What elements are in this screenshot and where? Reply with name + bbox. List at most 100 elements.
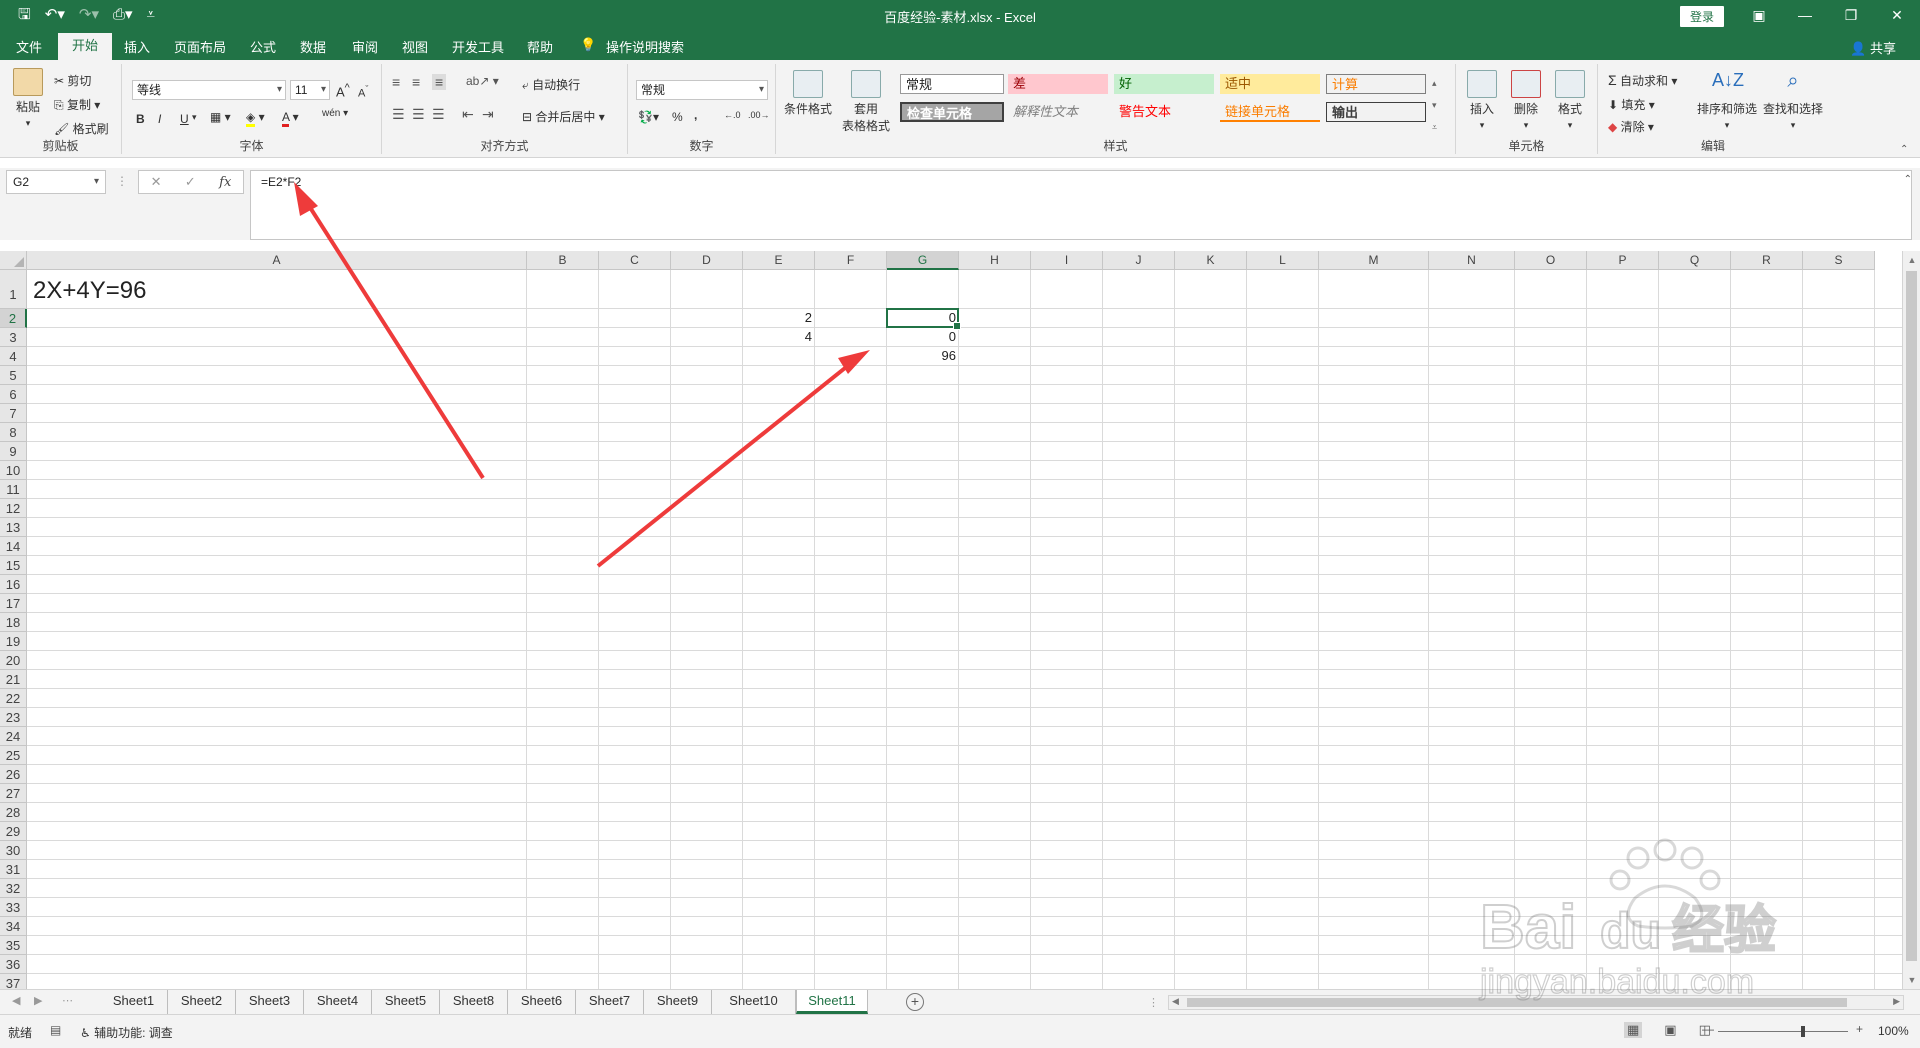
column-header-k[interactable]: K (1175, 251, 1247, 270)
font-color-button[interactable]: A ▾ (282, 110, 299, 127)
row-header-7[interactable]: 7 (0, 404, 27, 423)
style-linked-cell[interactable]: 链接单元格 (1220, 102, 1320, 122)
font-name-select[interactable]: 等线 (132, 80, 286, 100)
row-header-24[interactable]: 24 (0, 727, 27, 746)
next-sheet-icon[interactable]: ▶ (34, 994, 42, 1007)
row-header-27[interactable]: 27 (0, 784, 27, 803)
font-size-select[interactable]: 11 (290, 80, 330, 100)
name-box[interactable]: G2 (6, 170, 106, 194)
ribbon-display-icon[interactable]: ▣ (1736, 0, 1782, 30)
row-header-35[interactable]: 35 (0, 936, 27, 955)
tab-page-layout[interactable]: 页面布局 (174, 37, 226, 56)
style-neutral[interactable]: 适中 (1220, 74, 1320, 94)
decrease-indent-icon[interactable]: ⇤ (462, 106, 474, 123)
column-header-p[interactable]: P (1587, 251, 1659, 270)
collapse-ribbon-icon[interactable]: ⌃ (1900, 144, 1908, 155)
delete-cells-button[interactable]: 删除 ▾ (1506, 70, 1546, 131)
column-header-a[interactable]: A (27, 251, 527, 270)
row-header-8[interactable]: 8 (0, 423, 27, 442)
tab-data[interactable]: 数据 (300, 37, 326, 56)
column-header-e[interactable]: E (743, 251, 815, 270)
row-header-28[interactable]: 28 (0, 803, 27, 822)
row-header-12[interactable]: 12 (0, 499, 27, 518)
row-header-23[interactable]: 23 (0, 708, 27, 727)
align-bottom-icon[interactable]: ≡ (432, 74, 447, 90)
row-header-36[interactable]: 36 (0, 955, 27, 974)
row-header-30[interactable]: 30 (0, 841, 27, 860)
cancel-entry-icon[interactable]: ✕ (151, 174, 162, 190)
column-header-i[interactable]: I (1031, 251, 1103, 270)
accounting-format-icon[interactable]: 💱▾ (638, 110, 659, 124)
increase-indent-icon[interactable]: ⇥ (482, 106, 494, 123)
align-right-icon[interactable]: ☰ (432, 106, 445, 123)
row-header-34[interactable]: 34 (0, 917, 27, 936)
row-header-6[interactable]: 6 (0, 385, 27, 404)
row-header-37[interactable]: 37 (0, 974, 27, 989)
cell-e2[interactable]: 2 (743, 309, 815, 327)
paste-button[interactable]: 粘贴 ▾ (10, 68, 46, 129)
style-output[interactable]: 输出 (1326, 102, 1426, 122)
insert-cells-button[interactable]: 插入 ▾ (1462, 70, 1502, 131)
zoom-slider-thumb[interactable] (1801, 1026, 1805, 1037)
scroll-left-icon[interactable]: ◀ (1172, 996, 1179, 1007)
increase-decimal-icon[interactable]: ←.0 (724, 110, 741, 120)
find-select-button[interactable]: ⌕ 查找和选择 ▾ (1762, 70, 1824, 131)
italic-button[interactable]: I (158, 112, 161, 126)
sort-filter-button[interactable]: A↓Z 排序和筛选 ▾ (1696, 70, 1758, 131)
grow-font-button[interactable]: A^ (336, 82, 350, 99)
shrink-font-button[interactable]: Aˇ (358, 84, 368, 100)
bold-button[interactable]: B (136, 112, 145, 126)
scroll-up-icon[interactable]: ▲ (1903, 255, 1920, 265)
column-header-m[interactable]: M (1319, 251, 1429, 270)
add-sheet-button[interactable]: + (906, 993, 924, 1011)
column-header-c[interactable]: C (599, 251, 671, 270)
row-header-18[interactable]: 18 (0, 613, 27, 632)
tab-insert[interactable]: 插入 (124, 37, 150, 56)
style-warning[interactable]: 警告文本 (1114, 102, 1214, 122)
sheet-tab-sheet11[interactable]: Sheet11 (796, 990, 868, 1014)
column-header-o[interactable]: O (1515, 251, 1587, 270)
wrap-text-button[interactable]: ⤶ 自动换行 (522, 76, 580, 93)
cut-button[interactable]: ✂ 剪切 (54, 72, 91, 89)
close-icon[interactable]: ✕ (1874, 0, 1920, 30)
row-header-3[interactable]: 3 (0, 328, 27, 347)
cell-g4[interactable]: 96 (887, 347, 959, 365)
row-header-11[interactable]: 11 (0, 480, 27, 499)
format-cells-button[interactable]: 格式 ▾ (1550, 70, 1590, 131)
column-header-r[interactable]: R (1731, 251, 1803, 270)
tab-home[interactable]: 开始 (58, 33, 113, 60)
scroll-down-icon[interactable]: ▼ (1903, 975, 1920, 985)
align-center-icon[interactable]: ☰ (412, 106, 425, 123)
number-format-select[interactable]: 常规 (636, 80, 768, 100)
formula-input[interactable]: =E2*F2 (250, 170, 1912, 240)
tab-splitter-icon[interactable]: ⋮ (1148, 996, 1159, 1009)
borders-icon[interactable]: ▦ ▾ (210, 110, 231, 124)
row-header-1[interactable]: 1 (0, 270, 27, 309)
column-header-j[interactable]: J (1103, 251, 1175, 270)
format-painter-button[interactable]: 🖌 格式刷 (54, 120, 109, 137)
column-header-s[interactable]: S (1803, 251, 1875, 270)
row-header-5[interactable]: 5 (0, 366, 27, 385)
tab-view[interactable]: 视图 (402, 37, 428, 56)
sheet-tab-sheet3[interactable]: Sheet3 (236, 990, 304, 1014)
column-header-f[interactable]: F (815, 251, 887, 270)
row-header-29[interactable]: 29 (0, 822, 27, 841)
normal-view-icon[interactable]: ▦ (1624, 1022, 1643, 1038)
login-button[interactable]: 登录 (1680, 6, 1725, 27)
tab-formulas[interactable]: 公式 (250, 37, 276, 56)
vertical-scroll-thumb[interactable] (1906, 271, 1917, 961)
row-header-14[interactable]: 14 (0, 537, 27, 556)
sheet-tab-sheet6[interactable]: Sheet6 (508, 990, 576, 1014)
active-cell-selection[interactable] (886, 308, 961, 330)
cell-area[interactable]: 2X+4Y=96 2 4 0 0 96 (27, 270, 1902, 989)
row-header-22[interactable]: 22 (0, 689, 27, 708)
row-header-31[interactable]: 31 (0, 860, 27, 879)
confirm-entry-icon[interactable]: ✓ (185, 174, 196, 190)
zoom-percentage[interactable]: 100% (1878, 1024, 1909, 1038)
macro-record-icon[interactable]: ▤ (50, 1023, 61, 1037)
sheet-tab-sheet5[interactable]: Sheet5 (372, 990, 440, 1014)
tab-file[interactable]: 文件 (16, 37, 42, 56)
row-header-20[interactable]: 20 (0, 651, 27, 670)
row-header-10[interactable]: 10 (0, 461, 27, 480)
style-good[interactable]: 好 (1114, 74, 1214, 94)
